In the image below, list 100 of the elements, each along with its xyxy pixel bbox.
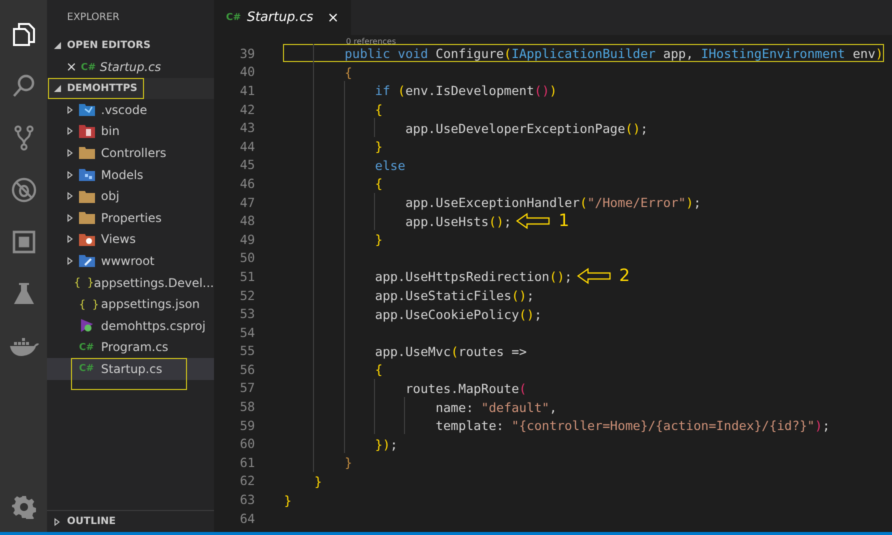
code-line: if (env.IsDevelopment()) [374, 82, 558, 100]
file-tree-item[interactable]: C# Program.cs [47, 336, 214, 358]
folder-icon [79, 146, 95, 160]
code-line: app.UseMvc(routes => [374, 342, 528, 360]
file-tree-item[interactable]: { }appsettings.Devel... [47, 272, 214, 294]
folder-icon [79, 124, 95, 138]
arrow-icon [516, 212, 550, 229]
csharp-file-icon: C# [226, 12, 241, 23]
code-line: routes.MapRoute( [404, 380, 528, 397]
line-number: 39 [238, 46, 255, 61]
section-label: OUTLINE [67, 516, 116, 527]
search-icon[interactable] [10, 73, 36, 99]
line-number: 40 [238, 64, 255, 80]
code-line: { [374, 101, 384, 118]
file-tree-item[interactable]: Properties [47, 206, 214, 229]
line-number: 52 [238, 288, 255, 303]
arrow-icon [577, 268, 612, 284]
line-number: 63 [238, 492, 255, 508]
line-number: 50 [238, 250, 255, 266]
open-editor-item[interactable]: Startup.cs [100, 60, 162, 74]
line-number: 43 [238, 120, 255, 136]
code-line: app.UseHttpsRedirection(); [374, 268, 574, 286]
file-tree-item[interactable]: bin [47, 120, 214, 142]
line-number: 64 [238, 510, 255, 526]
line-number: 42 [238, 102, 255, 117]
line-number: 62 [238, 473, 255, 488]
folder-icon [79, 190, 95, 203]
folder-icon [79, 211, 95, 224]
file-tree-item[interactable]: Models [47, 164, 214, 186]
file-tree-item[interactable]: wwwroot [47, 250, 214, 272]
json-file-icon: { } [74, 276, 94, 290]
section-label: OPEN EDITORS [67, 40, 151, 51]
line-number: 44 [238, 138, 255, 154]
section-header[interactable]: OPEN EDITORS [47, 35, 214, 56]
settings-icon[interactable] [12, 495, 36, 519]
code-line: else [374, 156, 406, 174]
code-line: { [374, 361, 384, 378]
code-line: { [374, 175, 384, 192]
json-file-icon: { } [79, 298, 99, 311]
csharp-file-icon: C# [79, 363, 94, 374]
code-line: } [283, 492, 293, 509]
csharp-file-icon: C# [80, 62, 96, 72]
line-number: 48 [238, 213, 255, 228]
line-number: 41 [238, 82, 255, 98]
whale-icon[interactable] [8, 335, 38, 357]
code-line: app.UseDeveloperExceptionPage(); [404, 120, 649, 137]
editor-tab[interactable]: C# Startup.cs × [214, 0, 351, 35]
annotation-number: 1 [558, 210, 570, 231]
folder-icon [79, 254, 95, 268]
code-line: } [374, 138, 384, 156]
code-line: }); [374, 436, 399, 453]
file-tree-item[interactable]: .vscode [47, 99, 214, 121]
code-line: app.UseExceptionHandler("/Home/Error"); [404, 194, 702, 212]
line-number: 46 [238, 176, 255, 191]
code-line: app.UseHsts(); [404, 212, 512, 230]
annotation-number: 2 [619, 266, 630, 286]
line-number: 49 [238, 232, 255, 247]
expanded-triangle-icon [54, 85, 60, 92]
line-number: 53 [238, 306, 255, 322]
no-bug-icon[interactable] [10, 176, 38, 204]
line-number: 58 [238, 399, 255, 414]
line-number: 59 [238, 418, 255, 433]
folder-icon [79, 103, 95, 116]
line-number: 61 [238, 454, 255, 470]
code-line: app.UseCookiePolicy(); [374, 306, 543, 323]
extensions-icon[interactable] [10, 229, 36, 255]
file-tree-item[interactable]: C# Startup.cs [47, 358, 214, 380]
folder-icon [79, 168, 95, 182]
sidebar-title: EXPLORER [66, 11, 120, 25]
code-line: } [344, 454, 354, 472]
line-number: 54 [238, 324, 255, 340]
line-number: 51 [238, 268, 255, 284]
line-number: 56 [238, 362, 255, 377]
codelens-text: 0 references [346, 37, 396, 46]
line-number: 47 [238, 194, 255, 210]
files-icon[interactable] [10, 21, 36, 47]
line-number: 55 [238, 343, 255, 358]
file-tree-item[interactable]: Views [47, 228, 214, 250]
code-line: { [344, 64, 354, 81]
csharp-file-icon: C# [79, 342, 94, 353]
line-number: 57 [238, 380, 255, 396]
file-tree-item[interactable]: { } appsettings.json [47, 293, 214, 315]
folder-icon [79, 232, 95, 246]
code-line: app.UseStaticFiles(); [374, 287, 536, 304]
collapsed-triangle-icon [54, 518, 60, 526]
project-file-icon [79, 318, 95, 334]
section-header[interactable]: DEMOHTTPS [47, 78, 214, 99]
code-line: } [374, 231, 384, 248]
file-tree-item[interactable]: obj [47, 185, 214, 207]
section-label: DEMOHTTPS [67, 83, 138, 94]
code-line: name: "default", [434, 398, 558, 416]
code-line: } [313, 472, 323, 490]
line-number: 60 [238, 436, 255, 452]
close-icon[interactable]: × [327, 10, 339, 26]
file-tree-item[interactable]: demohttps.csproj [47, 314, 214, 337]
line-number: 45 [238, 157, 255, 172]
close-icon[interactable]: × [66, 60, 77, 74]
code-line: template: "{controller=Home}/{action=Index}/{id?}"); [434, 417, 831, 434]
expanded-triangle-icon [54, 42, 60, 49]
file-tree-item[interactable]: Controllers [47, 142, 214, 164]
